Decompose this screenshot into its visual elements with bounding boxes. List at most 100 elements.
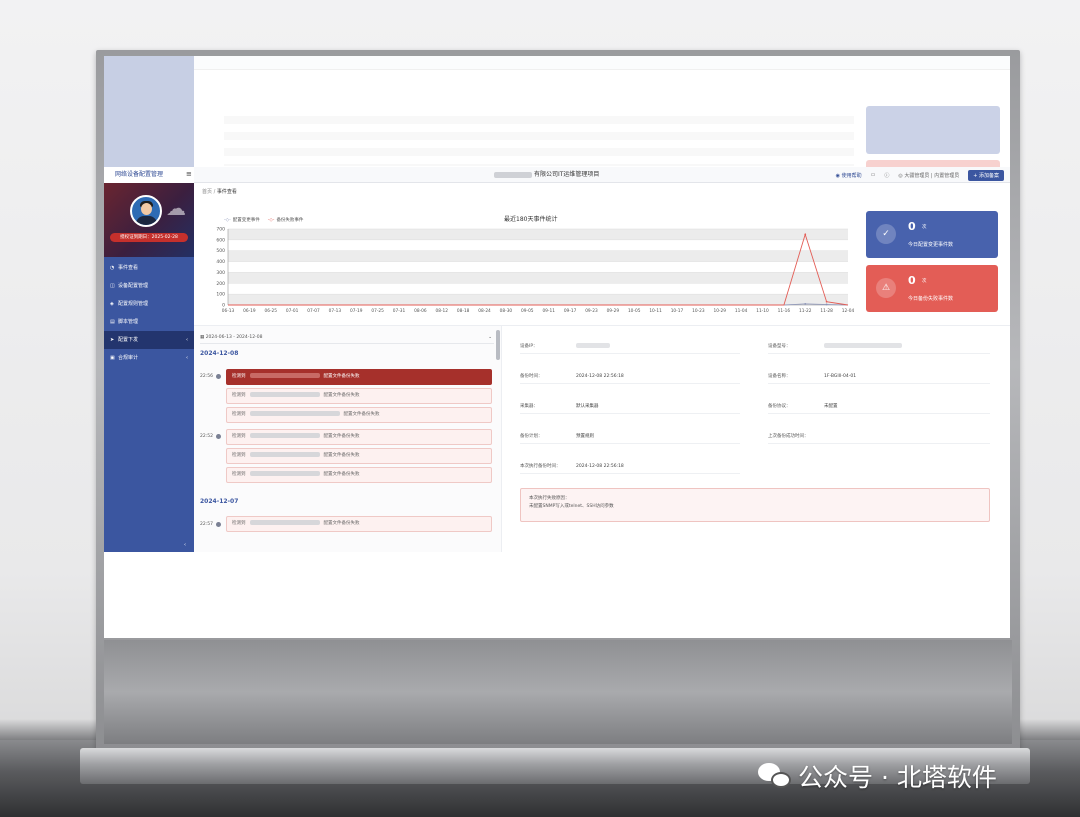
message-icon[interactable]: ▭ — [871, 172, 876, 178]
legend-config-change[interactable]: -◇- 配置变更事件 — [224, 217, 260, 224]
y-tick-label: 500 — [216, 248, 225, 254]
script-icon: ▤ — [110, 319, 115, 325]
breadcrumb-home[interactable]: 首页 — [202, 189, 212, 195]
failure-title: 本次执行失败原因： — [529, 496, 570, 501]
x-tick-label: 10-17 — [671, 308, 684, 314]
scrollbar[interactable] — [496, 330, 500, 360]
timeline-date: 2024-12-07 — [200, 498, 239, 505]
chart-legend: -◇- 配置变更事件 -◇- 备份失败事件 — [224, 217, 304, 224]
x-tick-label: 07-31 — [393, 308, 406, 314]
timeline-time: 22:52 — [200, 434, 213, 439]
timeline-date: 2024-12-08 — [200, 350, 239, 357]
chart-title: 最近180天事件统计 — [504, 216, 558, 223]
data-point — [804, 303, 807, 305]
breadcrumb: 首页 / 事件查看 — [202, 189, 237, 195]
stat-value: 0 — [908, 220, 916, 233]
watermark: 公众号 · 北塔软件 — [758, 758, 997, 794]
timeline-entry[interactable]: 检测到 配置文件备份失败 — [226, 467, 492, 483]
x-tick-label: 06-13 — [222, 308, 235, 314]
top-bar: 网络设备配置管理 ≡ 有限公司IT运维管理项目 ◉ 使用帮助 ▭ ⓘ ◎ 大疆管… — [104, 167, 1010, 183]
grid-band — [228, 229, 848, 240]
sidebar-item-rules[interactable]: ◈ 配置规则管理 — [104, 295, 194, 313]
field-device-name: 设备名称： 1F-BGIII-04-01 — [768, 370, 990, 384]
profile-banner: ☁ 授权证到期日：2025-02-28 — [104, 183, 194, 257]
timeline-entry[interactable]: 检测到 配置文件备份失败 — [226, 429, 492, 445]
timeline-entry[interactable]: 检测到 配置文件备份失败 — [226, 448, 492, 464]
chevron-left-icon: ‹ — [186, 355, 188, 361]
grid-band — [228, 272, 848, 284]
timeline-dot — [216, 374, 221, 379]
audit-icon: ▣ — [110, 355, 115, 361]
timeline-time: 22:56 — [200, 374, 213, 379]
add-record-button[interactable]: + 添加备案 — [968, 169, 1004, 181]
timeline-time: 22:57 — [200, 522, 213, 527]
stat-unit: 次 — [922, 225, 927, 230]
x-tick-label: 09-11 — [542, 308, 555, 314]
warning-icon: ⚠ — [876, 278, 896, 298]
user-menu[interactable]: ◎ 大疆管理员 | 内置管理员 — [898, 172, 959, 179]
monitor-screen: 网络设备配置管理 ≡ 有限公司IT运维管理项目 ◉ 使用帮助 ▭ ⓘ ◎ 大疆管… — [104, 56, 1010, 638]
timeline-dot — [216, 522, 221, 527]
ghost-reflection — [104, 56, 1010, 168]
stat-label: 今日备份失败事件数 — [908, 296, 954, 302]
event-detail: 设备IP： 设备型号： 备份时间： 2024-12-08 22:56:18 设备名… — [502, 326, 1010, 552]
timeline-entry[interactable]: 检测到 配置文件备份失败 — [226, 407, 492, 423]
x-tick-label: 07-13 — [329, 308, 342, 314]
sidebar-item-device-config[interactable]: ◫ 设备配置管理 — [104, 277, 194, 295]
x-tick-label: 08-24 — [478, 308, 491, 314]
data-point — [825, 300, 828, 303]
license-badge: 授权证到期日：2025-02-28 — [110, 233, 188, 242]
device-icon: ◫ — [110, 283, 115, 289]
sidebar-item-scripts[interactable]: ▤ 脚本管理 — [104, 313, 194, 331]
event-timeline: ▦ 2024-06-13 - 2024-12-08 ⌄ 2024-12-08 2… — [194, 326, 502, 552]
sidebar: ☁ 授权证到期日：2025-02-28 ◔ 事件查看 ◫ 设备配置管理 ◈ 配置规则管… — [104, 183, 194, 552]
stat-label: 今日配置变更事件数 — [908, 242, 954, 248]
x-tick-label: 07-19 — [350, 308, 363, 314]
stat-card-config-change: ✓ 0 次 今日配置变更事件数 — [866, 211, 998, 258]
data-point — [825, 303, 828, 306]
legend-backup-fail[interactable]: -◇- 备份失败事件 — [268, 217, 304, 224]
x-tick-label: 09-17 — [564, 308, 577, 314]
field-plan: 备份计划： 预置规则 — [520, 430, 740, 444]
x-tick-label: 12-04 — [842, 308, 855, 314]
grid-band — [228, 250, 848, 262]
sidebar-item-dispatch[interactable]: ➤ 配置下发 ‹ — [104, 331, 194, 349]
x-tick-label: 10-11 — [649, 308, 662, 314]
y-tick-label: 700 — [216, 227, 225, 233]
collapse-sidebar-icon[interactable]: ‹ — [184, 542, 186, 548]
x-tick-label: 10-29 — [713, 308, 726, 314]
failure-reason: 未配置SNMP写入或telnet、SSH访问参数 — [529, 504, 614, 509]
field-device-model: 设备型号： — [768, 340, 990, 354]
event-chart: 0 100 200 300 400 500 600 700 06-13 06-19 06-25 07-… — [198, 197, 858, 317]
cloud-icon: ☁ — [166, 196, 186, 220]
y-tick-label: 0 — [222, 303, 225, 309]
x-tick-label: 09-05 — [521, 308, 534, 314]
x-tick-label: 10-05 — [628, 308, 641, 314]
field-last-success: 上次备份成功时间： — [768, 430, 990, 444]
app-brand: 网络设备配置管理 — [104, 167, 194, 183]
sidebar-item-events[interactable]: ◔ 事件查看 — [104, 259, 194, 277]
timeline-entry[interactable]: 检测到 配置文件备份失败 — [226, 388, 492, 404]
app-window: 网络设备配置管理 ≡ 有限公司IT运维管理项目 ◉ 使用帮助 ▭ ⓘ ◎ 大疆管… — [104, 167, 1010, 552]
timeline-entry[interactable]: 检测到 配置文件备份失败 — [226, 369, 492, 385]
redacted-company-name — [494, 171, 532, 178]
x-tick-label: 07-01 — [286, 308, 299, 314]
x-tick-label: 11-28 — [820, 308, 833, 314]
sidebar-item-audit[interactable]: ▣ 合规审计 ‹ — [104, 349, 194, 367]
data-point — [804, 233, 807, 236]
date-range-picker[interactable]: ▦ 2024-06-13 - 2024-12-08 ⌄ — [200, 332, 494, 344]
x-tick-label: 11-22 — [799, 308, 812, 314]
send-icon: ➤ — [110, 337, 115, 343]
x-tick-label: 06-19 — [243, 308, 256, 314]
menu-toggle-icon[interactable]: ≡ — [186, 171, 193, 178]
x-tick-label: 09-23 — [585, 308, 598, 314]
info-icon[interactable]: ⓘ — [884, 172, 889, 179]
timeline-entry[interactable]: 检测到 配置文件备份失败 — [226, 516, 492, 532]
company-title: 有限公司IT运维管理项目 — [494, 167, 599, 183]
field-protocol: 备份协议： 未配置 — [768, 400, 990, 414]
display-stand-lower-panel — [104, 640, 1012, 744]
x-tick-label: 08-30 — [500, 308, 513, 314]
help-link[interactable]: ◉ 使用帮助 — [836, 172, 862, 179]
x-tick-label: 08-06 — [414, 308, 427, 314]
y-tick-label: 200 — [216, 281, 225, 287]
